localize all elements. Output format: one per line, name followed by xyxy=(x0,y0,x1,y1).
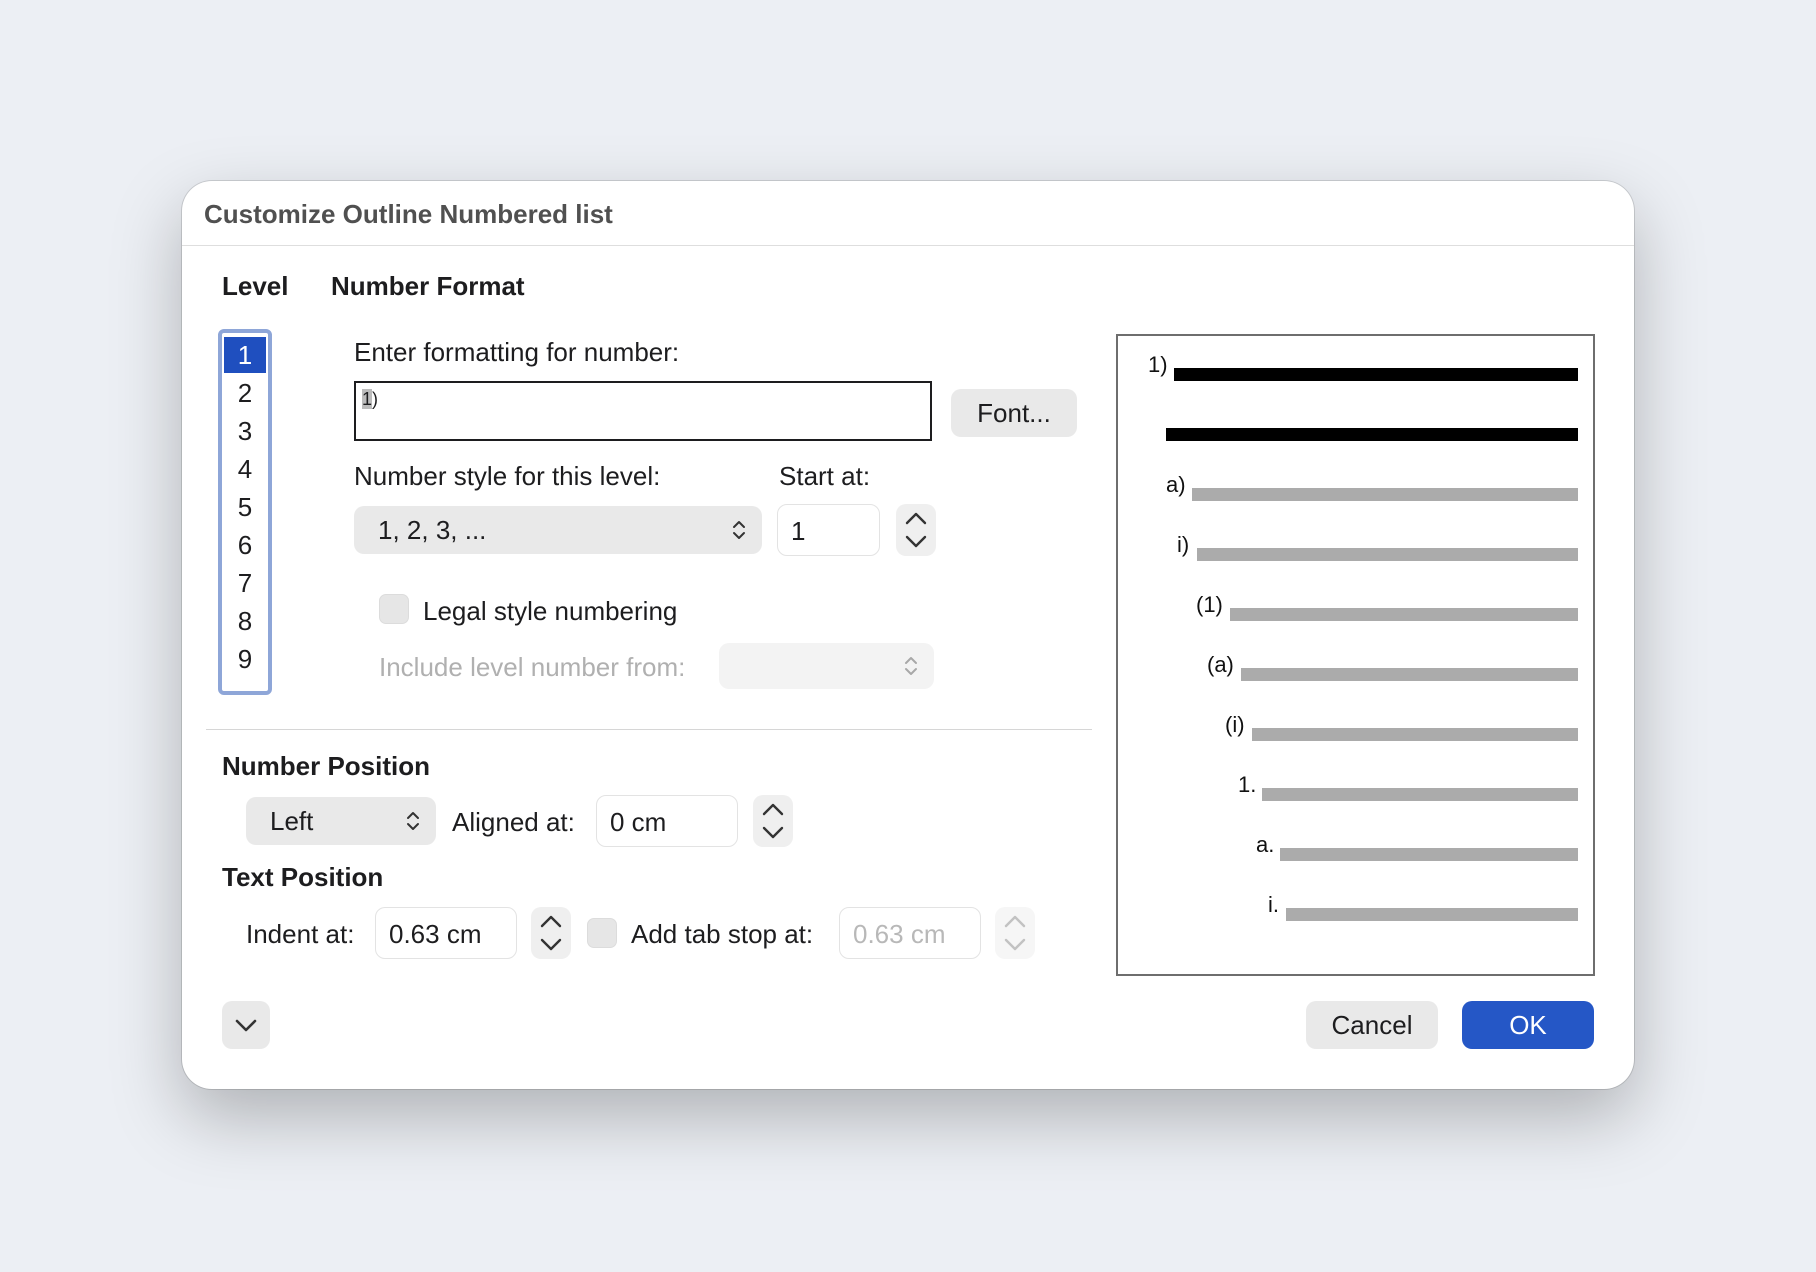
section-divider xyxy=(206,729,1092,730)
font-button[interactable]: Font... xyxy=(951,389,1077,437)
aligned-at-value: 0 cm xyxy=(610,807,667,837)
preview-label-3: i) xyxy=(1177,532,1190,557)
number-format-heading: Number Format xyxy=(331,271,525,301)
number-format-value: 1) xyxy=(362,389,378,410)
indent-at-label: Indent at: xyxy=(246,919,355,949)
start-at-stepper[interactable] xyxy=(896,504,936,556)
expand-options-button[interactable] xyxy=(222,1001,270,1049)
chevron-down-icon xyxy=(235,1019,257,1032)
number-alignment-value: Left xyxy=(270,806,314,836)
level-item-8[interactable]: 8 xyxy=(224,603,266,639)
stepper-arrows-icon xyxy=(905,512,927,548)
preview-line-level-4 xyxy=(1230,608,1578,621)
ok-button[interactable]: OK xyxy=(1462,1001,1594,1049)
dialog-title: Customize Outline Numbered list xyxy=(204,199,613,229)
preview-line-level-8 xyxy=(1280,848,1578,861)
preview-label-1: 1) xyxy=(1148,352,1168,377)
level-item-1[interactable]: 1 xyxy=(224,337,266,373)
level-item-4[interactable]: 4 xyxy=(224,451,266,487)
add-tab-stop-checkbox[interactable] xyxy=(587,918,617,948)
preview-label-4: (1) xyxy=(1196,592,1223,617)
level-item-6[interactable]: 6 xyxy=(224,527,266,563)
chevron-updown-icon xyxy=(407,812,419,830)
level-list[interactable]: 1 2 3 4 5 6 7 8 9 xyxy=(218,329,272,695)
aligned-at-field[interactable]: 0 cm xyxy=(596,795,738,847)
stepper-arrows-icon xyxy=(762,803,784,839)
preview-line-level-9 xyxy=(1286,908,1578,921)
preview-line-level-1 xyxy=(1174,368,1578,381)
title-bar: Customize Outline Numbered list xyxy=(182,181,1634,246)
tab-stop-stepper[interactable] xyxy=(995,907,1035,959)
indent-at-stepper[interactable] xyxy=(531,907,571,959)
tab-stop-field[interactable]: 0.63 cm xyxy=(839,907,981,959)
start-at-value: 1 xyxy=(791,516,806,546)
aligned-at-label: Aligned at: xyxy=(452,807,575,837)
chevron-updown-icon xyxy=(905,657,917,675)
format-suffix: ) xyxy=(372,389,379,409)
preview-line-level-2 xyxy=(1192,488,1578,501)
preview-label-7: 1. xyxy=(1238,772,1257,797)
level-heading: Level xyxy=(222,271,289,301)
outline-preview: 1) a) i) (1) (a) (i) 1. a. i. xyxy=(1116,334,1595,976)
start-at-label: Start at: xyxy=(779,461,871,491)
customize-outline-dialog: Customize Outline Numbered list Level 1 … xyxy=(182,181,1634,1089)
preview-label-5: (a) xyxy=(1207,652,1234,677)
number-style-value: 1, 2, 3, ... xyxy=(378,515,487,545)
add-tab-stop-label: Add tab stop at: xyxy=(631,919,814,949)
preview-line-level-5 xyxy=(1241,668,1578,681)
preview-line-level-7 xyxy=(1262,788,1578,801)
stepper-arrows-icon xyxy=(1004,915,1026,951)
aligned-at-stepper[interactable] xyxy=(753,795,793,847)
include-level-select[interactable] xyxy=(719,643,934,689)
number-format-input[interactable]: 1) xyxy=(354,381,932,441)
preview-label-2: a) xyxy=(1166,472,1186,497)
preview-line-level-3 xyxy=(1197,548,1578,561)
number-style-label: Number style for this level: xyxy=(354,461,661,491)
legal-style-checkbox[interactable] xyxy=(379,594,409,624)
cancel-button[interactable]: Cancel xyxy=(1306,1001,1438,1049)
indent-at-value: 0.63 cm xyxy=(389,919,482,949)
enter-formatting-label: Enter formatting for number: xyxy=(354,337,680,367)
start-at-field[interactable]: 1 xyxy=(777,504,880,556)
preview-line-level-1-continued xyxy=(1166,428,1578,441)
include-level-label: Include level number from: xyxy=(379,652,686,682)
level-item-9[interactable]: 9 xyxy=(224,641,266,677)
indent-at-field[interactable]: 0.63 cm xyxy=(375,907,517,959)
preview-label-6: (i) xyxy=(1225,712,1245,737)
preview-line-level-6 xyxy=(1252,728,1578,741)
level-item-5[interactable]: 5 xyxy=(224,489,266,525)
number-style-select[interactable]: 1, 2, 3, ... xyxy=(354,506,762,554)
preview-label-9: i. xyxy=(1268,892,1279,917)
chevron-updown-icon xyxy=(733,521,745,539)
number-alignment-select[interactable]: Left xyxy=(246,797,436,845)
text-position-heading: Text Position xyxy=(222,862,384,892)
legal-style-label: Legal style numbering xyxy=(423,596,678,626)
level-item-2[interactable]: 2 xyxy=(224,375,266,411)
level-item-7[interactable]: 7 xyxy=(224,565,266,601)
number-position-heading: Number Position xyxy=(222,751,431,781)
format-placeholder-highlight: 1 xyxy=(362,389,373,409)
preview-label-8: a. xyxy=(1256,832,1275,857)
stepper-arrows-icon xyxy=(540,915,562,951)
tab-stop-value: 0.63 cm xyxy=(853,919,946,949)
level-item-3[interactable]: 3 xyxy=(224,413,266,449)
